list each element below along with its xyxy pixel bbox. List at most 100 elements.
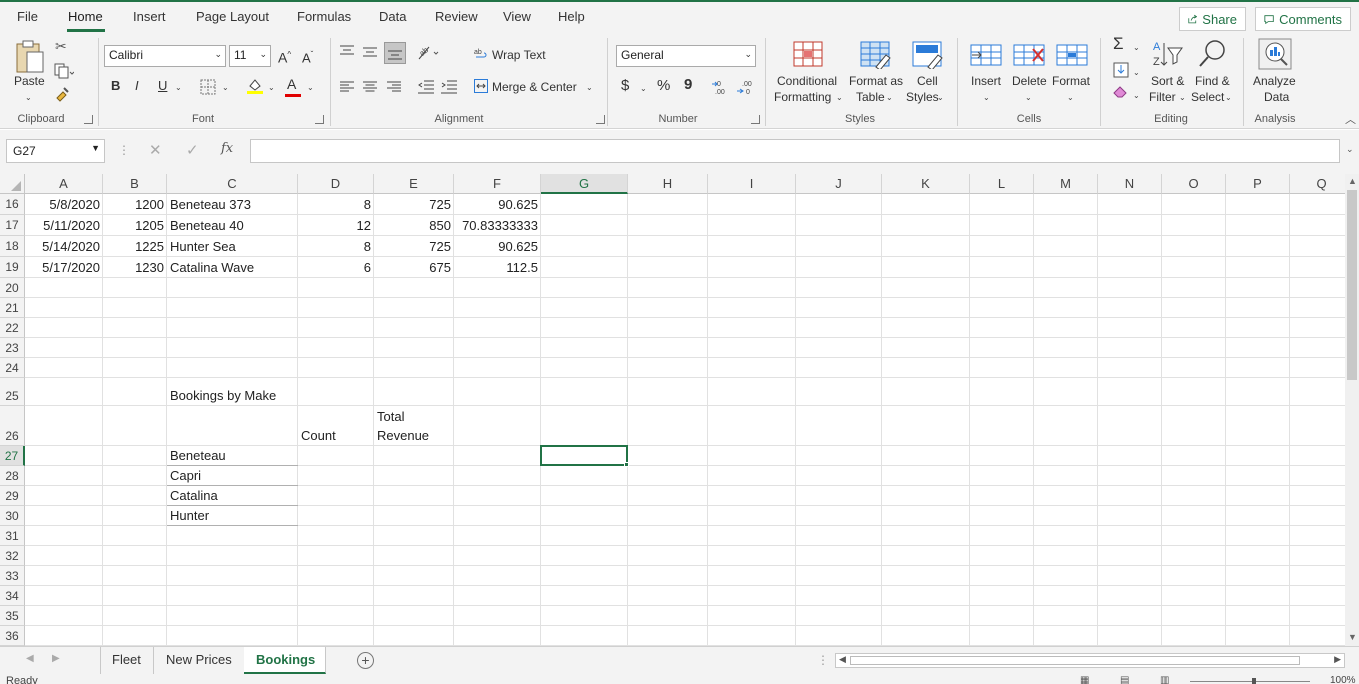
cell-c17[interactable]: Beneteau 40: [167, 217, 298, 235]
decrease-indent-icon[interactable]: [418, 80, 434, 94]
format-painter-icon[interactable]: [54, 86, 70, 102]
cell-a16[interactable]: 5/8/2020: [25, 196, 103, 214]
vertical-scrollbar[interactable]: ▲ ▼: [1345, 174, 1359, 646]
cell-c19[interactable]: Catalina Wave: [167, 259, 298, 277]
column-header-h[interactable]: H: [628, 174, 708, 194]
row-header-36[interactable]: 36: [0, 626, 25, 646]
row-header-35[interactable]: 35: [0, 606, 25, 626]
cell-f18[interactable]: 90.625: [454, 238, 541, 256]
expand-formula-bar-icon[interactable]: ⌄: [1346, 144, 1354, 155]
column-header-d[interactable]: D: [298, 174, 374, 194]
middle-align-icon[interactable]: [363, 47, 377, 59]
row-header-24[interactable]: 24: [0, 358, 25, 378]
share-button[interactable]: Share: [1179, 7, 1246, 31]
number-launcher-icon[interactable]: [751, 115, 760, 124]
zoom-slider[interactable]: [1190, 681, 1310, 682]
tab-help[interactable]: Help: [558, 9, 585, 24]
sheet-tab-new-prices[interactable]: New Prices: [154, 647, 245, 674]
bottom-align-button[interactable]: [384, 42, 406, 64]
make-cell-beneteau[interactable]: Beneteau: [167, 447, 298, 465]
row-header-27[interactable]: 27: [0, 446, 25, 466]
top-align-icon[interactable]: [340, 45, 354, 57]
column-header-e[interactable]: E: [374, 174, 454, 194]
autosum-button[interactable]: Σ: [1113, 35, 1124, 52]
row-header-31[interactable]: 31: [0, 526, 25, 546]
insert-function-button[interactable]: fx: [221, 141, 233, 156]
italic-button[interactable]: I: [135, 78, 139, 94]
make-cell-capri[interactable]: Capri: [167, 467, 298, 485]
collapse-ribbon-icon[interactable]: ︿: [1345, 112, 1356, 128]
cell-b17[interactable]: 1205: [103, 217, 167, 235]
formula-input[interactable]: [250, 139, 1340, 163]
column-header-l[interactable]: L: [970, 174, 1034, 194]
worksheet-grid[interactable]: A B C D E F G H I J K L M N O P Q 16 17 18 19 20 21 22 23 24 25 26 2…: [0, 174, 1345, 646]
row-header-25[interactable]: 25: [0, 378, 25, 406]
column-header-a[interactable]: A: [25, 174, 103, 194]
comma-style-button[interactable]: 9: [684, 77, 692, 93]
copy-icon[interactable]: [54, 63, 74, 79]
column-header-c[interactable]: C: [167, 174, 298, 194]
fill-handle[interactable]: [624, 462, 629, 467]
row-header-33[interactable]: 33: [0, 566, 25, 586]
row-header-30[interactable]: 30: [0, 506, 25, 526]
cell-b18[interactable]: 1225: [103, 238, 167, 256]
chevron-down-icon[interactable]: ⌄: [268, 80, 275, 96]
sheet-tab-bookings[interactable]: Bookings: [244, 647, 326, 674]
chevron-down-icon[interactable]: ⌄: [1133, 40, 1140, 56]
cell-e18[interactable]: 725: [374, 238, 454, 256]
increase-indent-icon[interactable]: [441, 80, 457, 94]
total-revenue-header-line1[interactable]: Total: [374, 407, 454, 426]
column-header-j[interactable]: J: [796, 174, 882, 194]
tab-file[interactable]: File: [17, 9, 38, 24]
decrease-decimal-icon[interactable]: .000: [736, 79, 756, 95]
cell-f17[interactable]: 70.83333333: [454, 217, 541, 235]
clear-icon[interactable]: [1113, 85, 1129, 99]
cell-a19[interactable]: 5/17/2020: [25, 259, 103, 277]
align-right-icon[interactable]: [387, 81, 401, 93]
vertical-scroll-thumb[interactable]: [1347, 190, 1357, 380]
row-header-17[interactable]: 17: [0, 215, 25, 236]
cell-e17[interactable]: 850: [374, 217, 454, 235]
tab-home[interactable]: Home: [68, 9, 103, 24]
currency-button[interactable]: $: [621, 78, 629, 94]
add-sheet-button[interactable]: +: [357, 652, 374, 669]
page-break-view-icon[interactable]: ▥: [1160, 676, 1169, 684]
scroll-tabs-left-icon[interactable]: ◀: [26, 653, 34, 664]
tab-page-layout[interactable]: Page Layout: [196, 9, 269, 24]
page-layout-view-icon[interactable]: ▤: [1120, 676, 1129, 684]
column-header-g[interactable]: G: [541, 174, 628, 194]
cell-b16[interactable]: 1200: [103, 196, 167, 214]
chevron-down-icon[interactable]: ⌄: [640, 81, 647, 97]
row-header-21[interactable]: 21: [0, 298, 25, 318]
enter-icon[interactable]: ✓: [186, 141, 199, 159]
increase-font-size-button[interactable]: A^: [278, 47, 291, 66]
cell-d17[interactable]: 12: [298, 217, 374, 235]
make-cell-hunter[interactable]: Hunter: [167, 507, 298, 525]
active-cell-selection[interactable]: [540, 445, 628, 466]
row-header-18[interactable]: 18: [0, 236, 25, 257]
zoom-slider-thumb[interactable]: [1252, 678, 1256, 684]
row-header-23[interactable]: 23: [0, 338, 25, 358]
cell-a18[interactable]: 5/14/2020: [25, 238, 103, 256]
cancel-icon[interactable]: ✕: [149, 141, 162, 159]
align-center-icon[interactable]: [363, 81, 377, 93]
cell-b19[interactable]: 1230: [103, 259, 167, 277]
column-header-o[interactable]: O: [1162, 174, 1226, 194]
scroll-left-icon[interactable]: ◀: [839, 654, 846, 665]
percent-button[interactable]: %: [657, 78, 670, 94]
row-header-20[interactable]: 20: [0, 278, 25, 298]
merge-center-button[interactable]: Merge & Center ⌄: [474, 78, 599, 96]
column-header-b[interactable]: B: [103, 174, 167, 194]
borders-icon[interactable]: [200, 79, 216, 95]
row-header-28[interactable]: 28: [0, 466, 25, 486]
cell-a17[interactable]: 5/11/2020: [25, 217, 103, 235]
cell-f19[interactable]: 112.5: [454, 259, 541, 277]
increase-decimal-icon[interactable]: 0.00: [711, 79, 731, 95]
column-header-i[interactable]: I: [708, 174, 796, 194]
column-header-q[interactable]: Q: [1290, 174, 1345, 194]
bold-button[interactable]: B: [111, 78, 120, 94]
scroll-right-icon[interactable]: ▶: [1334, 654, 1341, 665]
comments-button[interactable]: Comments: [1255, 7, 1351, 31]
chevron-down-icon[interactable]: ⌄: [222, 80, 229, 96]
tab-data[interactable]: Data: [379, 9, 406, 24]
